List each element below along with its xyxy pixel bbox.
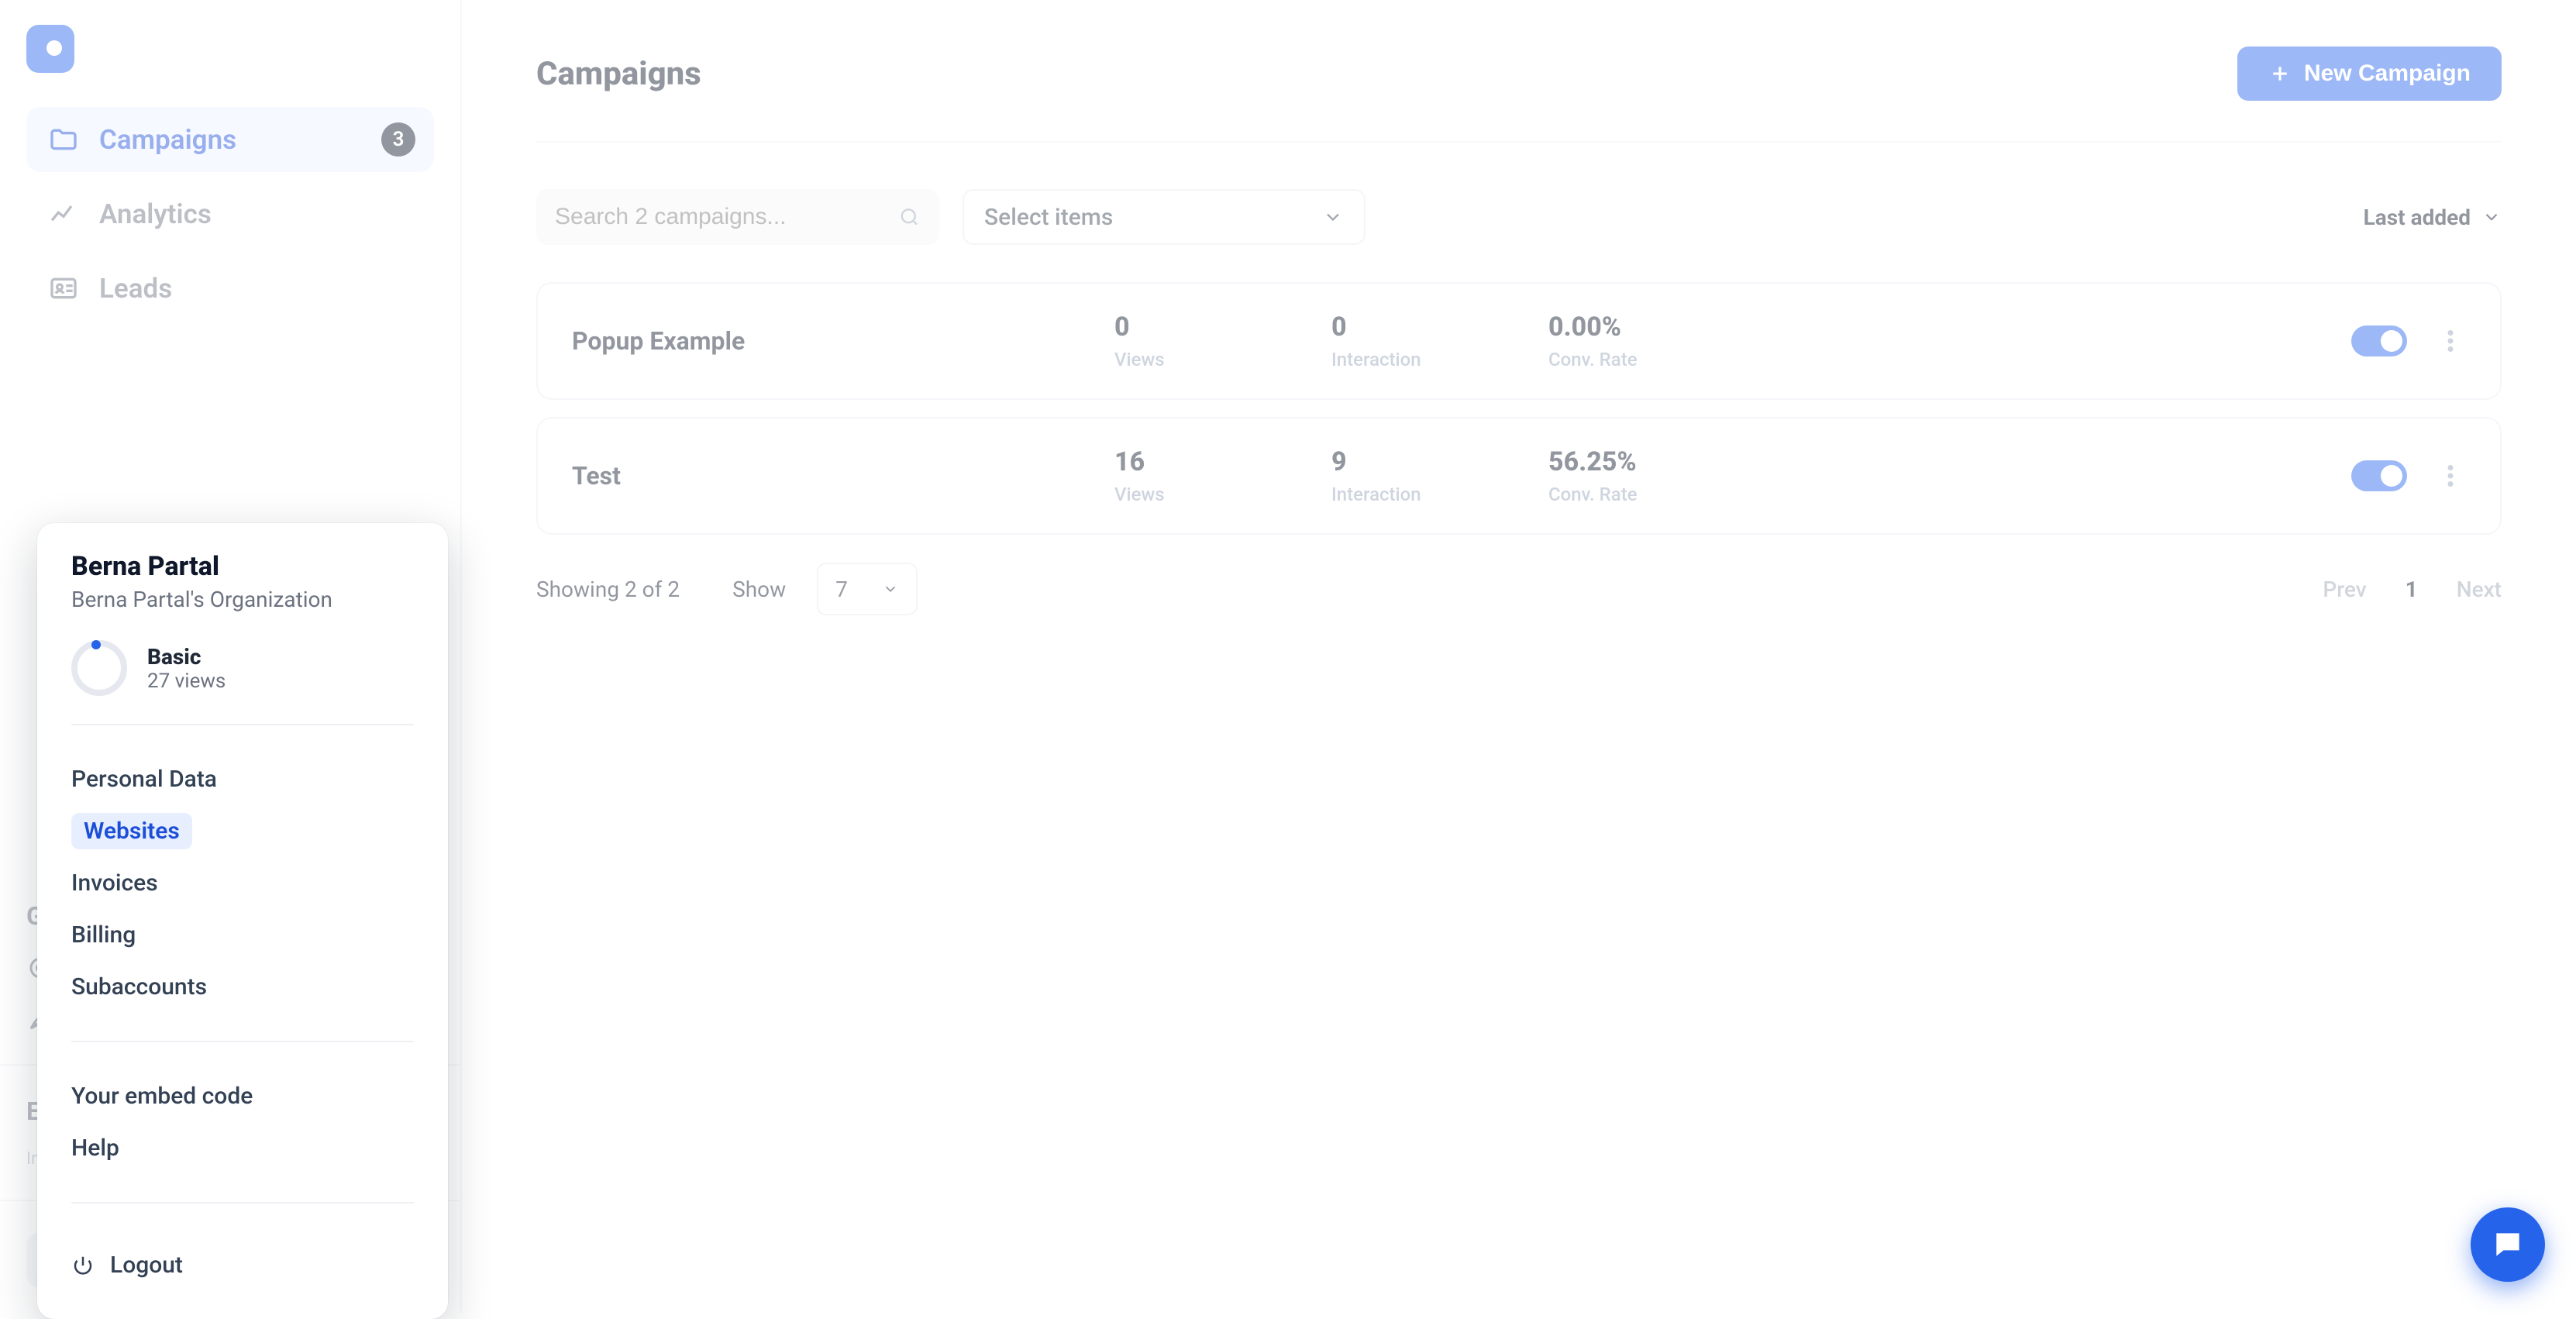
main-content: Campaigns New Campaign Select items Last… — [462, 0, 2576, 1313]
page-size-select[interactable]: 7 — [817, 563, 918, 615]
metric-conv-rate: 56.25% Conv. Rate — [1548, 446, 1765, 505]
divider — [536, 141, 2502, 143]
app-logo[interactable] — [26, 25, 74, 73]
power-icon — [71, 1254, 95, 1277]
divider — [71, 1202, 414, 1204]
campaign-name: Test — [572, 461, 1114, 491]
menu-item-label: Websites — [71, 813, 192, 849]
menu-item-label: Logout — [110, 1252, 183, 1279]
menu-item[interactable]: Help — [71, 1122, 414, 1174]
sidebar-item-label: Campaigns — [99, 124, 236, 156]
plan-usage: 27 views — [147, 670, 226, 693]
kebab-icon — [2447, 330, 2454, 352]
metric-views: 0 Views — [1114, 312, 1331, 370]
chat-icon — [2491, 1228, 2525, 1262]
usage-ring-icon — [71, 640, 127, 696]
chevron-down-icon — [882, 580, 899, 598]
menu-item-label: Subaccounts — [71, 973, 207, 1000]
intercom-chat-button[interactable] — [2471, 1207, 2545, 1282]
metric-interaction: 9 Interaction — [1331, 446, 1548, 505]
sidebar-item-leads[interactable]: Leads — [26, 256, 434, 321]
divider — [71, 1041, 414, 1042]
chart-line-icon — [48, 198, 79, 229]
page-size-label: Show — [732, 577, 786, 602]
chevron-down-icon — [1322, 206, 1344, 228]
metric-conv-rate: 0.00% Conv. Rate — [1548, 312, 1765, 370]
sidebar-item-analytics[interactable]: Analytics — [26, 181, 434, 246]
menu-item-logout[interactable]: Logout — [71, 1231, 414, 1291]
metric-views: 16 Views — [1114, 446, 1331, 505]
popover-user-org: Berna Partal's Organization — [71, 587, 414, 612]
popover-user-name: Berna Partal — [71, 551, 414, 582]
row-actions-button[interactable] — [2435, 325, 2466, 356]
menu-item-label: Invoices — [71, 870, 158, 897]
menu-item-label: Your embed code — [71, 1083, 253, 1110]
menu-item-label: Billing — [71, 921, 136, 949]
folder-icon — [48, 124, 79, 155]
select-items-dropdown[interactable]: Select items — [963, 189, 1365, 245]
id-card-icon — [48, 273, 79, 304]
campaigns-count-badge: 3 — [381, 122, 415, 157]
account-menu-popover: Berna Partal Berna Partal's Organization… — [37, 523, 448, 1319]
menu-item[interactable]: Billing — [71, 909, 414, 961]
menu-item[interactable]: Your embed code — [71, 1070, 414, 1122]
plan-name: Basic — [147, 644, 226, 670]
menu-item-label: Help — [71, 1135, 119, 1162]
page-title: Campaigns — [536, 55, 701, 93]
search-input[interactable] — [555, 204, 886, 230]
next-page-button[interactable]: Next — [2457, 577, 2502, 602]
campaign-name: Popup Example — [572, 326, 1114, 356]
campaign-row[interactable]: Test 16 Views 9 Interaction 56.25% Conv.… — [536, 417, 2502, 535]
menu-item[interactable]: Subaccounts — [71, 961, 414, 1013]
new-campaign-button[interactable]: New Campaign — [2237, 46, 2502, 101]
campaign-enabled-toggle[interactable] — [2351, 325, 2407, 356]
current-page: 1 — [2406, 577, 2418, 602]
divider — [71, 724, 414, 725]
sort-dropdown[interactable]: Last added — [2364, 205, 2502, 230]
sort-label: Last added — [2364, 205, 2471, 230]
sidebar-item-label: Analytics — [99, 198, 212, 230]
search-icon — [898, 205, 921, 229]
pagination-summary: Showing 2 of 2 — [536, 577, 680, 602]
menu-item[interactable]: Personal Data — [71, 753, 414, 805]
kebab-icon — [2447, 465, 2454, 487]
plus-icon — [2268, 62, 2292, 85]
menu-item[interactable]: Invoices — [71, 857, 414, 909]
page-size-value: 7 — [835, 577, 848, 602]
campaign-row[interactable]: Popup Example 0 Views 0 Interaction 0.00… — [536, 282, 2502, 400]
chevron-down-icon — [2481, 207, 2502, 227]
menu-item[interactable]: Websites — [71, 805, 414, 857]
row-actions-button[interactable] — [2435, 460, 2466, 491]
sidebar-item-label: Leads — [99, 273, 172, 305]
prev-page-button[interactable]: Prev — [2323, 577, 2366, 602]
button-label: New Campaign — [2304, 60, 2471, 87]
menu-item-label: Personal Data — [71, 766, 217, 793]
search-input-wrapper[interactable] — [536, 189, 939, 245]
sidebar-item-campaigns[interactable]: Campaigns 3 — [26, 107, 434, 172]
select-label: Select items — [984, 204, 1113, 231]
metric-interaction: 0 Interaction — [1331, 312, 1548, 370]
campaign-enabled-toggle[interactable] — [2351, 460, 2407, 491]
